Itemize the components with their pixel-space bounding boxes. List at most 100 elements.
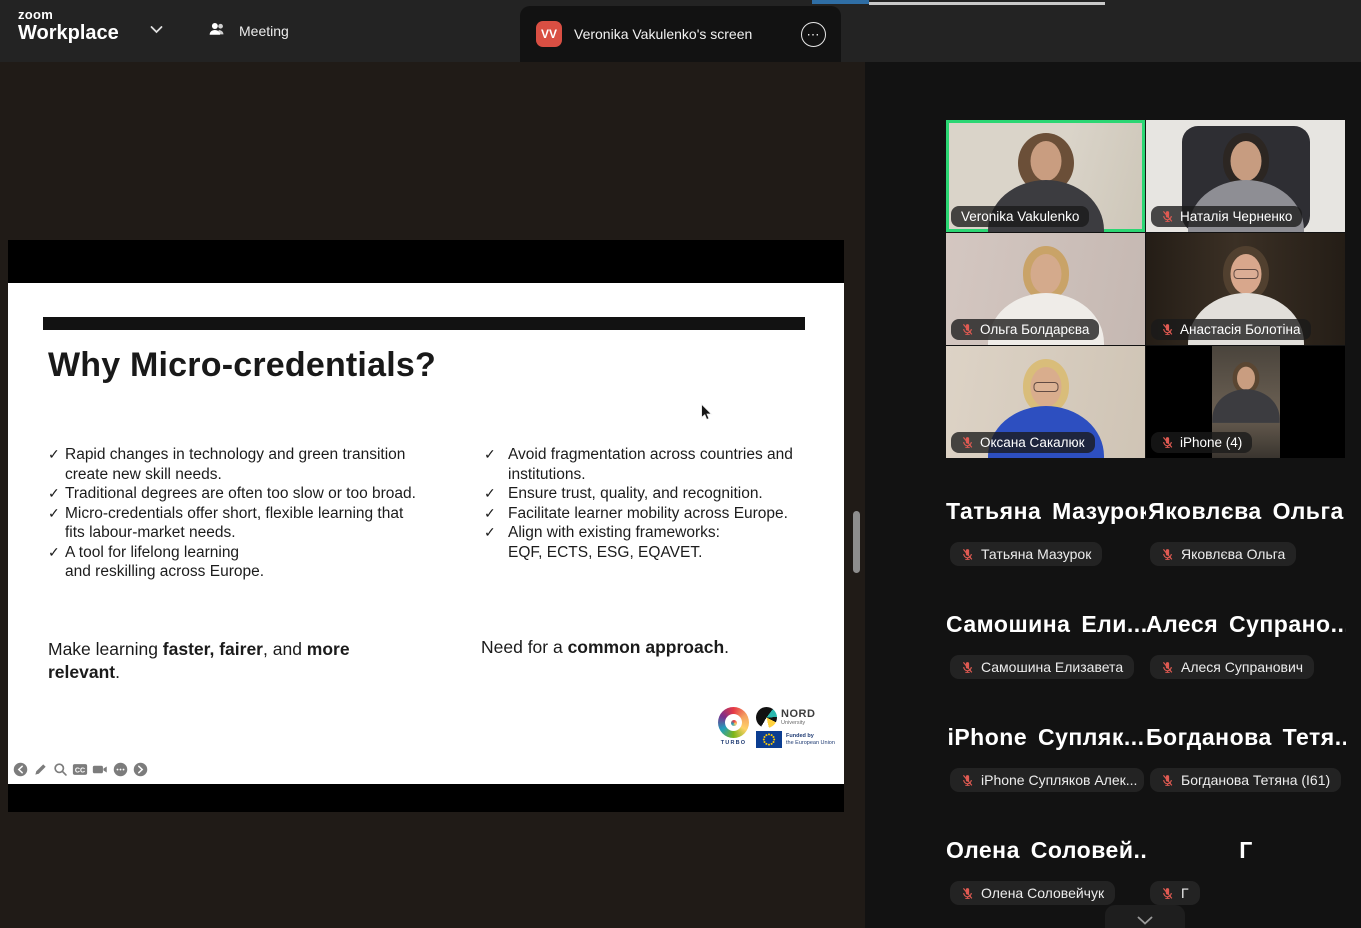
participant-name: Татьяна Мазурок [981, 546, 1091, 562]
camera-icon[interactable] [92, 761, 108, 777]
participant-display-name: Г [1146, 837, 1346, 864]
footer-text: . [115, 662, 120, 682]
bullet-item: ✓Rapid changes in technology and green t… [48, 445, 422, 484]
muted-mic-icon [1161, 661, 1174, 674]
avatar: VV [536, 21, 562, 47]
chevron-down-icon[interactable] [150, 21, 163, 39]
video-tile[interactable]: Анастасія Болотіна [1146, 233, 1345, 345]
footer-text: Make learning [48, 639, 163, 659]
bullet-text: A tool for lifelong learning and reskill… [65, 543, 264, 582]
turbo-logo: TURBO [718, 707, 749, 746]
video-off-tile[interactable]: Яковлєва Ольга Яковлєва Ольга [1146, 458, 1346, 571]
zoom-workplace-logo[interactable]: zoom Workplace [18, 8, 119, 45]
nord-logo-sub: University [781, 720, 815, 726]
checkmark-icon: ✓ [48, 543, 65, 582]
previous-slide-icon[interactable] [12, 761, 28, 777]
tab-meeting-label: Meeting [239, 23, 289, 39]
name-badge: Самошина Елизавета [950, 655, 1134, 679]
bullet-text: Micro-credentials offer short, flexible … [65, 504, 422, 543]
video-tile[interactable]: Наталія Черненко [1146, 120, 1345, 232]
background-window-edge-light [869, 2, 1105, 5]
bullet-text: Rapid changes in technology and green tr… [65, 445, 422, 484]
slideshow-toolbar: CC [12, 761, 148, 777]
video-off-tile[interactable]: Алеся Супрано... Алеся Супранович [1146, 571, 1346, 684]
video-off-tile[interactable]: Татьяна МазурокТатьяна Мазурок [946, 458, 1146, 571]
video-off-tile[interactable]: Олена Соловей...Олена Соловейчук [946, 797, 1146, 910]
muted-mic-icon [961, 436, 974, 449]
more-options-icon[interactable]: ⋯ [801, 22, 826, 47]
video-tile[interactable]: Veronika Vakulenko [946, 120, 1145, 232]
bullet-item: ✓A tool for lifelong learning and reskil… [48, 543, 422, 582]
muted-mic-icon [1161, 436, 1174, 449]
checkmark-icon: ✓ [48, 445, 65, 484]
bullet-item: ✓Facilitate learner mobility across Euro… [484, 504, 808, 524]
people-icon [207, 19, 228, 43]
participant-display-name: Алеся Супрано... [1146, 611, 1346, 638]
muted-mic-icon [961, 661, 974, 674]
more-options-icon[interactable] [112, 761, 128, 777]
participant-name: iPhone (4) [1180, 435, 1242, 450]
video-off-tile[interactable]: Самошина Ели...Самошина Елизавета [946, 571, 1146, 684]
closed-captions-icon[interactable]: CC [72, 761, 88, 777]
slide-footer-right: Need for a common approach. [481, 637, 729, 658]
checkmark-icon: ✓ [484, 484, 508, 504]
muted-mic-icon [1161, 210, 1174, 223]
muted-mic-icon [961, 887, 974, 900]
name-badge: Анастасія Болотіна [1151, 319, 1311, 340]
participant-display-name: Богданова Тетя... [1146, 724, 1346, 751]
logo-line-workplace: Workplace [18, 22, 119, 45]
gallery-scrollbar-thumb[interactable] [853, 511, 860, 573]
participant-name: Оксана Сакалюк [980, 435, 1085, 450]
slide-bullets-right: ✓Avoid fragmentation across countries an… [484, 445, 808, 582]
participant-name: Самошина Елизавета [981, 659, 1123, 675]
next-slide-icon[interactable] [132, 761, 148, 777]
shared-screen-stage: Why Micro-credentials? ✓Rapid changes in… [0, 62, 865, 928]
checkmark-icon: ✓ [484, 445, 508, 484]
video-tile[interactable]: iPhone (4) [1146, 346, 1345, 458]
participant-name: Г [1181, 885, 1189, 901]
participant-video [1226, 354, 1265, 419]
bullet-item: ✓Traditional degrees are often too slow … [48, 484, 422, 504]
collapse-gallery-button[interactable] [1105, 905, 1185, 928]
name-badge: Ольга Болдарєва [951, 319, 1099, 340]
bullet-item: ✓Avoid fragmentation across countries an… [484, 445, 808, 484]
name-badge: Алеся Супранович [1150, 655, 1314, 679]
tab-shared-screen[interactable]: VV Veronika Vakulenko's screen ⋯ [520, 6, 841, 62]
muted-mic-icon [961, 774, 974, 787]
video-off-tile[interactable]: Богданова Тетя...Богданова Тетяна (І61) [1146, 684, 1346, 797]
muted-mic-icon [1161, 323, 1174, 336]
name-badge: Яковлєва Ольга [1150, 542, 1296, 566]
name-badge: iPhone (4) [1151, 432, 1252, 453]
bullet-item: ✓Micro-credentials offer short, flexible… [48, 504, 422, 543]
bullet-item: ✓Align with existing frameworks: EQF, EC… [484, 523, 808, 562]
shared-slide-frame: Why Micro-credentials? ✓Rapid changes in… [8, 240, 844, 812]
slide-divider-bar [43, 317, 805, 330]
video-tile[interactable]: Ольга Болдарєва [946, 233, 1145, 345]
magnifier-icon[interactable] [52, 761, 68, 777]
slide-bullets-left: ✓Rapid changes in technology and green t… [48, 445, 422, 582]
muted-mic-icon [1161, 887, 1174, 900]
participant-display-name: Олена Соловей... [946, 837, 1146, 864]
bullet-text: Avoid fragmentation across countries and… [508, 445, 808, 484]
video-off-tile[interactable]: ГГ [1146, 797, 1346, 910]
participant-name: Ольга Болдарєва [980, 322, 1089, 337]
nord-logo-name: NORD [781, 709, 815, 720]
mouse-cursor [700, 403, 714, 427]
nord-university-logo: NORD University [756, 707, 835, 728]
name-badge: Оксана Сакалюк [951, 432, 1095, 453]
video-tile[interactable]: Оксана Сакалюк [946, 346, 1145, 458]
participant-name: Наталія Черненко [1180, 209, 1292, 224]
pen-icon[interactable] [32, 761, 48, 777]
nord-logo-icon [756, 707, 777, 728]
name-badge: Г [1150, 881, 1200, 905]
participant-display-name: iPhone Супляк... [946, 724, 1146, 751]
footer-text: faster, fairer [163, 639, 263, 659]
video-off-tile[interactable]: iPhone Супляк...iPhone Супляков Алек... [946, 684, 1146, 797]
video-off-gallery: Татьяна МазурокТатьяна МазурокЯковлєва О… [946, 458, 1346, 910]
tab-meeting[interactable]: Meeting [207, 0, 289, 62]
participant-display-name: Яковлєва Ольга [1146, 498, 1346, 525]
participant-name: Яковлєва Ольга [1181, 546, 1285, 562]
eu-funding-line1: Funded by [786, 733, 835, 740]
eu-flag-icon [756, 731, 782, 748]
footer-text: Need for a [481, 637, 568, 657]
